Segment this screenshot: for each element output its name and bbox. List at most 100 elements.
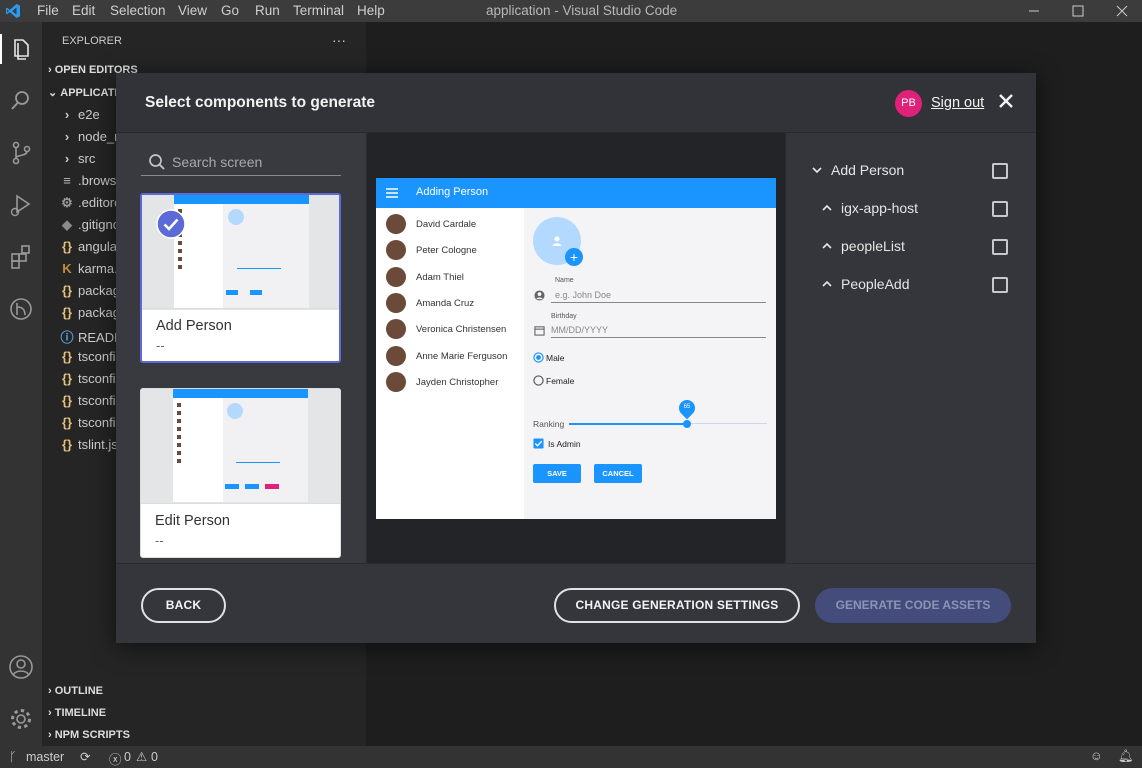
screen-card-edit-person[interactable]: Edit Person --: [140, 388, 341, 558]
change-generation-settings-button[interactable]: CHANGE GENERATION SETTINGS: [554, 588, 800, 623]
maximize-icon[interactable]: [1068, 2, 1088, 20]
file-type-icon: {}: [61, 305, 73, 320]
file-type-icon: ⚙: [61, 195, 73, 210]
menu-selection[interactable]: Selection: [110, 3, 166, 18]
section-timeline[interactable]: › TIMELINE: [48, 707, 106, 729]
file-item[interactable]: {} tsconfi: [60, 393, 116, 415]
run-debug-icon[interactable]: [6, 190, 36, 220]
file-item[interactable]: {} tslint.js: [60, 437, 118, 459]
file-item[interactable]: ≡ .browse: [60, 173, 123, 195]
back-button[interactable]: BACK: [141, 588, 226, 623]
minimize-icon[interactable]: [1024, 2, 1044, 20]
menu-icon: [386, 188, 398, 198]
notification-bell-icon[interactable]: 🔔︎: [1118, 749, 1134, 764]
chevron-down-icon[interactable]: [811, 164, 823, 176]
menu-go[interactable]: Go: [221, 3, 239, 18]
branch-name[interactable]: master: [26, 750, 64, 764]
person-form: + Name e.g. John Doe Birthday MM/DD/YYYY…: [524, 208, 776, 519]
ranking-slider-thumb: [683, 420, 691, 428]
account-circle-icon: [534, 290, 545, 301]
menu-view[interactable]: View: [178, 3, 207, 18]
screen-thumbnail: [141, 389, 340, 504]
file-label: angula: [78, 239, 118, 254]
tree-item-checkbox[interactable]: [992, 163, 1008, 179]
warning-count[interactable]: 0: [151, 750, 158, 764]
chevron-up-icon[interactable]: [821, 240, 833, 252]
sync-icon[interactable]: ⟳: [80, 749, 90, 764]
file-item[interactable]: {} packag: [60, 305, 120, 327]
feedback-icon[interactable]: ☺: [1090, 749, 1103, 763]
file-item[interactable]: {} packag: [60, 283, 120, 305]
search-screen-field[interactable]: Search screen: [141, 148, 341, 176]
warning-icon: ⚠: [136, 750, 148, 764]
menu-terminal[interactable]: Terminal: [293, 3, 344, 18]
account-icon[interactable]: [6, 652, 36, 682]
extensions-icon[interactable]: [6, 242, 36, 272]
chevron-up-icon[interactable]: [821, 278, 833, 290]
avatar[interactable]: PB: [895, 90, 922, 117]
search-input[interactable]: Search screen: [172, 154, 262, 170]
chevron-down-icon: ⌄: [48, 87, 61, 99]
file-item[interactable]: {} tsconfi: [60, 415, 116, 437]
tree-item[interactable]: peopleList: [821, 238, 905, 254]
more-actions-icon[interactable]: ···: [332, 32, 346, 54]
file-label: packag: [78, 283, 120, 298]
settings-gear-icon[interactable]: [6, 704, 36, 734]
card-title: Add Person: [156, 318, 232, 334]
people-list: David Cardale Peter Cologne Adam Thiel Aman…: [376, 208, 524, 519]
tree-item[interactable]: Add Person: [811, 162, 904, 178]
source-control-icon[interactable]: [6, 138, 36, 168]
menu-help[interactable]: Help: [357, 3, 385, 18]
error-count[interactable]: 0: [124, 750, 131, 764]
file-type-icon: {}: [61, 437, 73, 452]
chevron-up-icon[interactable]: [821, 202, 833, 214]
branch-icon: ᚴ: [9, 750, 17, 764]
tree-item[interactable]: PeopleAdd: [821, 276, 910, 292]
file-label: .gitigno: [78, 217, 120, 232]
person-name: Amanda Cruz: [416, 297, 475, 309]
file-type-icon: {}: [61, 415, 73, 430]
window-close-icon[interactable]: [1112, 2, 1132, 20]
file-label: .editorc: [78, 195, 121, 210]
tree-item-checkbox[interactable]: [992, 277, 1008, 293]
chevron-right-icon: ›: [48, 707, 55, 719]
file-item[interactable]: › src: [60, 151, 96, 173]
tree-item-checkbox[interactable]: [992, 201, 1008, 217]
file-label: e2e: [78, 107, 100, 122]
female-option: Female: [546, 376, 575, 386]
chevron-right-icon: ›: [48, 729, 55, 741]
component-tree-pane: Add Person igx-app-host peopleList PeopleAd…: [786, 133, 1036, 563]
file-item[interactable]: {} angula: [60, 239, 117, 261]
vscode-logo-icon: [6, 4, 20, 18]
tree-item-label: Add Person: [831, 162, 905, 178]
checkbox-checked-icon: [533, 438, 544, 449]
tree-item-checkbox[interactable]: [992, 239, 1008, 255]
file-item[interactable]: ⚙ .editorc: [60, 195, 121, 217]
file-item[interactable]: {} tsconfi: [60, 371, 116, 393]
menu-file[interactable]: File: [37, 3, 59, 18]
generate-code-assets-button[interactable]: GENERATE CODE ASSETS: [815, 588, 1011, 623]
file-item[interactable]: › e2e: [60, 107, 100, 129]
file-type-icon: {}: [61, 371, 73, 386]
section-application[interactable]: ⌄ APPLICATIO: [48, 86, 126, 108]
explorer-icon[interactable]: [6, 34, 36, 64]
file-item[interactable]: {} tsconfi: [60, 349, 116, 371]
tree-item[interactable]: igx-app-host: [821, 200, 918, 216]
file-label: tsconfi: [78, 349, 116, 364]
search-icon[interactable]: [6, 86, 36, 116]
preview-title: Adding Person: [416, 186, 489, 198]
remote-icon[interactable]: [6, 294, 36, 324]
menu-edit[interactable]: Edit: [72, 3, 95, 18]
screen-card-add-person[interactable]: Add Person --: [140, 193, 341, 363]
person-avatar: [386, 371, 406, 392]
file-label: tsconfi: [78, 393, 116, 408]
sign-out-link[interactable]: Sign out: [931, 95, 984, 111]
close-icon[interactable]: [996, 91, 1016, 111]
birthday-label: Birthday: [551, 313, 577, 320]
preview-save-button: SAVE: [533, 464, 581, 483]
file-item[interactable]: Kkarma.c: [60, 261, 124, 283]
person-icon: [552, 236, 562, 246]
menu-run[interactable]: Run: [255, 3, 280, 18]
section-outline[interactable]: › OUTLINE: [48, 685, 103, 707]
file-item[interactable]: ◆ .gitigno: [60, 217, 120, 239]
